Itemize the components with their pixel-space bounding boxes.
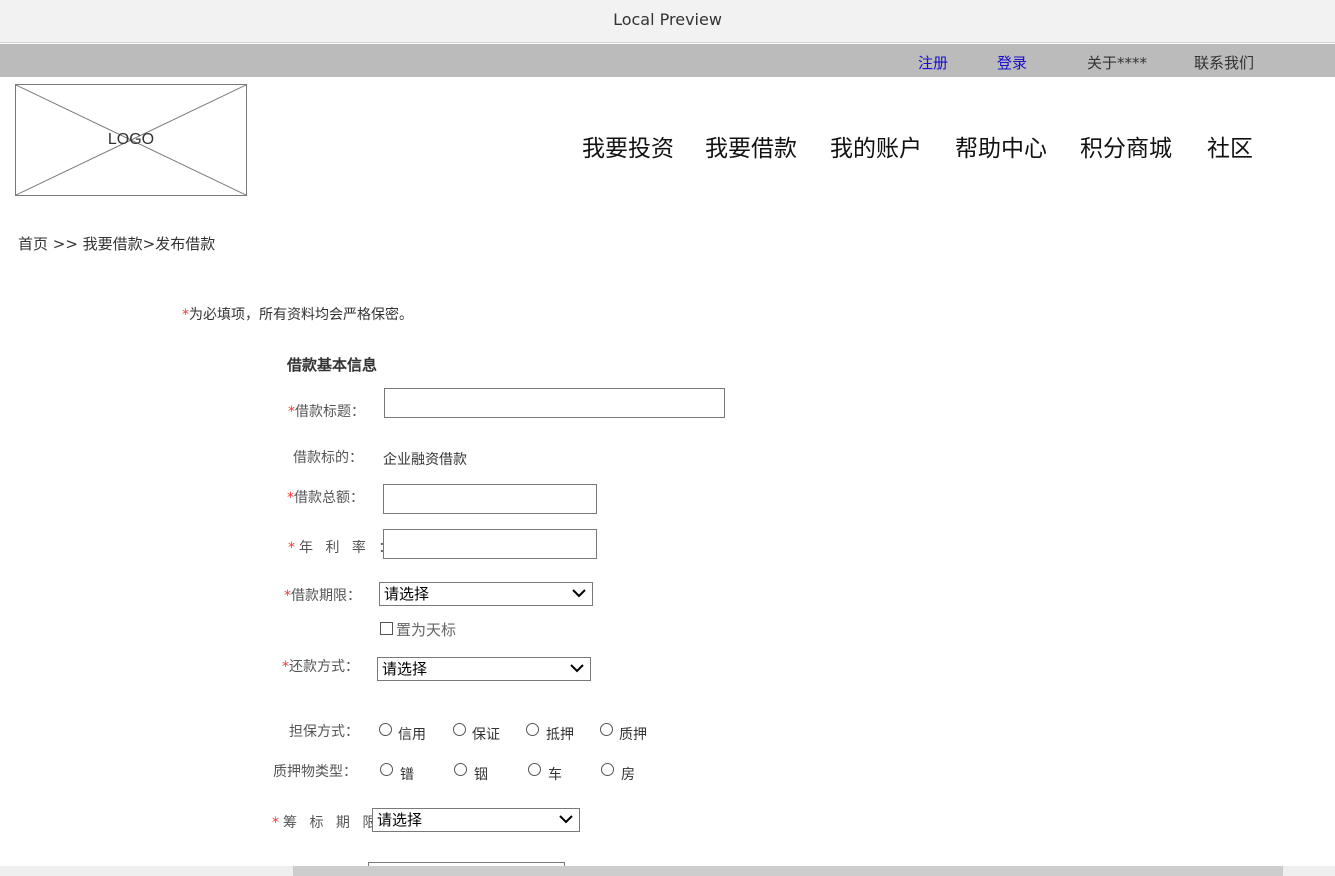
pledge-radio-in[interactable] xyxy=(454,763,467,776)
nav-help[interactable]: 帮助中心 xyxy=(955,129,1047,163)
required-star: * xyxy=(287,490,294,506)
window-title: Local Preview xyxy=(0,0,1335,43)
required-note-text: 为必填项，所有资料均会严格保密。 xyxy=(189,307,413,323)
pledge-radio-pr[interactable] xyxy=(380,763,393,776)
loan-term-selected: 请选择 xyxy=(384,585,430,603)
guarantee-option-label: 保证 xyxy=(472,727,500,743)
pledge-radio-house[interactable] xyxy=(601,763,614,776)
nav-borrow[interactable]: 我要借款 xyxy=(705,129,797,163)
contact-link[interactable]: 联系我们 xyxy=(1194,52,1254,73)
annual-rate-label: *年 利 率 ： xyxy=(288,540,397,556)
section-title: 借款基本信息 xyxy=(287,356,378,374)
logo-label: LOGO xyxy=(107,131,155,148)
loan-title-input[interactable] xyxy=(384,388,725,418)
raise-period-select[interactable]: 请选择 xyxy=(372,808,580,832)
guarantee-radio-credit[interactable] xyxy=(379,723,392,736)
sky-mark-checkbox[interactable] xyxy=(380,622,393,635)
loan-amount-input[interactable] xyxy=(383,484,597,514)
pledge-type-label: 质押物类型： xyxy=(273,764,357,780)
sky-mark-label: 置为天标 xyxy=(396,621,457,639)
guarantee-option-label: 信用 xyxy=(398,727,426,743)
register-link[interactable]: 注册 xyxy=(918,52,948,73)
login-link[interactable]: 登录 xyxy=(997,52,1027,73)
pledge-option-label: 车 xyxy=(548,767,562,783)
top-bar: 注册 登录 关于**** 联系我们 xyxy=(0,44,1335,77)
logo-placeholder: LOGO xyxy=(15,84,247,196)
loan-term-label: *借款期限： xyxy=(284,588,361,604)
loan-term-select[interactable]: 请选择 xyxy=(379,582,593,606)
guarantee-option-label: 质押 xyxy=(619,727,647,743)
required-star: * xyxy=(288,540,299,556)
pledge-option-label: 铟 xyxy=(474,767,488,783)
horizontal-scrollbar[interactable] xyxy=(0,866,1335,876)
repay-method-select[interactable]: 请选择 xyxy=(377,657,591,681)
breadcrumb: 首页 >> 我要借款>发布借款 xyxy=(18,235,216,253)
scrollbar-thumb[interactable] xyxy=(293,866,1283,876)
guarantee-radio-guarantee[interactable] xyxy=(453,723,466,736)
loan-target-value: 企业融资借款 xyxy=(383,452,467,468)
chevron-down-icon xyxy=(570,664,584,673)
loan-amount-label: *借款总额： xyxy=(287,490,364,506)
repay-method-selected: 请选择 xyxy=(382,660,428,678)
raise-period-selected: 请选择 xyxy=(377,811,423,829)
required-star: * xyxy=(182,307,189,323)
required-star: * xyxy=(272,815,283,831)
pledge-option-label: 房 xyxy=(621,767,635,783)
nav-mall[interactable]: 积分商城 xyxy=(1080,129,1172,163)
nav-account[interactable]: 我的账户 xyxy=(830,129,922,163)
about-link[interactable]: 关于**** xyxy=(1087,52,1147,73)
annual-rate-input[interactable] xyxy=(383,529,597,559)
chevron-down-icon xyxy=(572,589,586,598)
nav-community[interactable]: 社区 xyxy=(1207,129,1253,163)
pledge-option-label: 镨 xyxy=(400,767,414,783)
nav-invest[interactable]: 我要投资 xyxy=(582,129,674,163)
guarantee-label: 担保方式： xyxy=(289,724,359,740)
guarantee-radio-mortgage[interactable] xyxy=(526,723,539,736)
required-star: * xyxy=(284,588,291,604)
required-star: * xyxy=(282,659,289,675)
chevron-down-icon xyxy=(559,815,573,824)
required-note: *为必填项，所有资料均会严格保密。 xyxy=(182,304,413,324)
repay-method-label: *还款方式： xyxy=(282,659,359,675)
guarantee-radio-pledge[interactable] xyxy=(600,723,613,736)
pledge-radio-car[interactable] xyxy=(528,763,541,776)
required-star: * xyxy=(288,404,295,420)
loan-title-label: *借款标题： xyxy=(288,404,365,420)
guarantee-option-label: 抵押 xyxy=(546,727,574,743)
loan-target-label: 借款标的： xyxy=(293,450,363,466)
